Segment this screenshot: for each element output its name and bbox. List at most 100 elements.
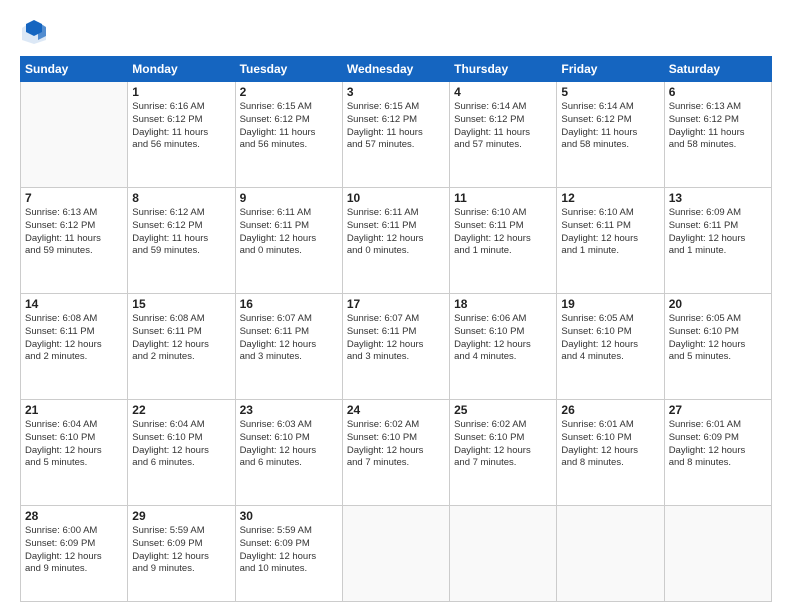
day-info: Sunrise: 6:15 AMSunset: 6:12 PMDaylight:… bbox=[240, 101, 338, 152]
sunrise-text: Sunrise: 6:06 AM bbox=[454, 313, 552, 326]
day-info: Sunrise: 6:15 AMSunset: 6:12 PMDaylight:… bbox=[347, 101, 445, 152]
daylight-text-cont: and 0 minutes. bbox=[240, 245, 338, 258]
calendar-cell: 20 Sunrise: 6:05 AMSunset: 6:10 PMDayligh… bbox=[664, 294, 771, 400]
day-info: Sunrise: 6:08 AMSunset: 6:11 PMDaylight:… bbox=[132, 313, 230, 364]
day-info: Sunrise: 6:05 AMSunset: 6:10 PMDaylight:… bbox=[561, 313, 659, 364]
calendar-cell: 28Sunrise: 6:00 AMSunset: 6:09 PMDayligh… bbox=[21, 506, 128, 602]
calendar-cell: 13Sunrise: 6:09 AMSunset: 6:11 PMDayligh… bbox=[664, 188, 771, 294]
sunset-text: Sunset: 6:09 PM bbox=[132, 538, 230, 551]
sunrise-text: Sunrise: 6:04 AM bbox=[25, 419, 123, 432]
logo-icon bbox=[20, 18, 48, 46]
sunset-text: Sunset: 6:12 PM bbox=[454, 114, 552, 127]
daylight-text-cont: and 7 minutes. bbox=[454, 457, 552, 470]
daylight-text: Daylight: 12 hours bbox=[240, 551, 338, 564]
daylight-text-cont: and 3 minutes. bbox=[240, 351, 338, 364]
day-number: 5 bbox=[561, 85, 659, 99]
daylight-text-cont: and 58 minutes. bbox=[669, 139, 767, 152]
calendar-cell: 4Sunrise: 6:14 AMSunset: 6:12 PMDaylight… bbox=[450, 82, 557, 188]
calendar-cell: 23Sunrise: 6:03 AMSunset: 6:10 PMDayligh… bbox=[235, 400, 342, 506]
daylight-text-cont: and 57 minutes. bbox=[454, 139, 552, 152]
calendar-cell bbox=[21, 82, 128, 188]
daylight-text-cont: and 2 minutes. bbox=[132, 351, 230, 364]
daylight-text: Daylight: 11 hours bbox=[454, 127, 552, 140]
calendar-cell: 16Sunrise: 6:07 AMSunset: 6:11 PMDayligh… bbox=[235, 294, 342, 400]
sunset-text: Sunset: 6:11 PM bbox=[454, 220, 552, 233]
daylight-text: Daylight: 12 hours bbox=[347, 233, 445, 246]
sunrise-text: Sunrise: 6:10 AM bbox=[454, 207, 552, 220]
daylight-text-cont: and 4 minutes. bbox=[561, 351, 659, 364]
day-info: Sunrise: 6:11 AMSunset: 6:11 PMDaylight:… bbox=[240, 207, 338, 258]
day-number: 19 bbox=[561, 297, 659, 311]
day-info: Sunrise: 6:02 AMSunset: 6:10 PMDaylight:… bbox=[454, 419, 552, 470]
day-info: Sunrise: 6:00 AMSunset: 6:09 PMDaylight:… bbox=[25, 525, 123, 576]
col-monday: Monday bbox=[128, 57, 235, 82]
sunset-text: Sunset: 6:11 PM bbox=[561, 220, 659, 233]
daylight-text-cont: and 8 minutes. bbox=[669, 457, 767, 470]
sunrise-text: Sunrise: 6:11 AM bbox=[347, 207, 445, 220]
calendar-cell: 21Sunrise: 6:04 AMSunset: 6:10 PMDayligh… bbox=[21, 400, 128, 506]
day-number: 20 bbox=[669, 297, 767, 311]
sunset-text: Sunset: 6:10 PM bbox=[347, 432, 445, 445]
col-tuesday: Tuesday bbox=[235, 57, 342, 82]
daylight-text: Daylight: 12 hours bbox=[132, 551, 230, 564]
daylight-text: Daylight: 12 hours bbox=[25, 339, 123, 352]
daylight-text-cont: and 10 minutes. bbox=[240, 563, 338, 576]
sunset-text: Sunset: 6:12 PM bbox=[669, 114, 767, 127]
sunset-text: Sunset: 6:10 PM bbox=[132, 432, 230, 445]
daylight-text-cont: and 58 minutes. bbox=[561, 139, 659, 152]
sunrise-text: Sunrise: 6:11 AM bbox=[240, 207, 338, 220]
col-thursday: Thursday bbox=[450, 57, 557, 82]
sunrise-text: Sunrise: 6:02 AM bbox=[454, 419, 552, 432]
daylight-text-cont: and 56 minutes. bbox=[132, 139, 230, 152]
daylight-text-cont: and 59 minutes. bbox=[132, 245, 230, 258]
sunrise-text: Sunrise: 6:13 AM bbox=[25, 207, 123, 220]
day-number: 10 bbox=[347, 191, 445, 205]
day-info: Sunrise: 6:10 AMSunset: 6:11 PMDaylight:… bbox=[561, 207, 659, 258]
daylight-text: Daylight: 12 hours bbox=[240, 339, 338, 352]
calendar-cell: 1Sunrise: 6:16 AMSunset: 6:12 PMDaylight… bbox=[128, 82, 235, 188]
sunset-text: Sunset: 6:12 PM bbox=[132, 114, 230, 127]
daylight-text: Daylight: 12 hours bbox=[240, 233, 338, 246]
daylight-text: Daylight: 12 hours bbox=[561, 339, 659, 352]
sunrise-text: Sunrise: 6:04 AM bbox=[132, 419, 230, 432]
day-number: 16 bbox=[240, 297, 338, 311]
day-info: Sunrise: 6:13 AMSunset: 6:12 PMDaylight:… bbox=[25, 207, 123, 258]
sunset-text: Sunset: 6:12 PM bbox=[240, 114, 338, 127]
day-number: 4 bbox=[454, 85, 552, 99]
sunrise-text: Sunrise: 6:09 AM bbox=[669, 207, 767, 220]
day-number: 14 bbox=[25, 297, 123, 311]
sunrise-text: Sunrise: 5:59 AM bbox=[240, 525, 338, 538]
sunset-text: Sunset: 6:10 PM bbox=[454, 432, 552, 445]
daylight-text: Daylight: 11 hours bbox=[347, 127, 445, 140]
sunset-text: Sunset: 6:10 PM bbox=[454, 326, 552, 339]
day-info: Sunrise: 6:11 AMSunset: 6:11 PMDaylight:… bbox=[347, 207, 445, 258]
calendar-cell: 6Sunrise: 6:13 AMSunset: 6:12 PMDaylight… bbox=[664, 82, 771, 188]
sunrise-text: Sunrise: 6:02 AM bbox=[347, 419, 445, 432]
daylight-text: Daylight: 12 hours bbox=[240, 445, 338, 458]
calendar-table: Sunday Monday Tuesday Wednesday Thursday… bbox=[20, 56, 772, 602]
daylight-text: Daylight: 11 hours bbox=[132, 233, 230, 246]
daylight-text-cont: and 9 minutes. bbox=[25, 563, 123, 576]
day-info: Sunrise: 6:04 AMSunset: 6:10 PMDaylight:… bbox=[132, 419, 230, 470]
daylight-text-cont: and 2 minutes. bbox=[25, 351, 123, 364]
day-number: 25 bbox=[454, 403, 552, 417]
calendar-cell: 7Sunrise: 6:13 AMSunset: 6:12 PMDaylight… bbox=[21, 188, 128, 294]
day-number: 6 bbox=[669, 85, 767, 99]
page: Sunday Monday Tuesday Wednesday Thursday… bbox=[0, 0, 792, 612]
day-number: 30 bbox=[240, 509, 338, 523]
daylight-text-cont: and 9 minutes. bbox=[132, 563, 230, 576]
sunset-text: Sunset: 6:10 PM bbox=[561, 432, 659, 445]
sunrise-text: Sunrise: 6:15 AM bbox=[240, 101, 338, 114]
daylight-text: Daylight: 11 hours bbox=[240, 127, 338, 140]
day-info: Sunrise: 6:05 AMSunset: 6:10 PMDaylight:… bbox=[669, 313, 767, 364]
daylight-text: Daylight: 12 hours bbox=[454, 339, 552, 352]
day-info: Sunrise: 6:02 AMSunset: 6:10 PMDaylight:… bbox=[347, 419, 445, 470]
sunset-text: Sunset: 6:11 PM bbox=[240, 220, 338, 233]
sunset-text: Sunset: 6:10 PM bbox=[240, 432, 338, 445]
daylight-text-cont: and 1 minute. bbox=[561, 245, 659, 258]
daylight-text: Daylight: 12 hours bbox=[669, 233, 767, 246]
daylight-text: Daylight: 12 hours bbox=[669, 339, 767, 352]
day-info: Sunrise: 5:59 AMSunset: 6:09 PMDaylight:… bbox=[240, 525, 338, 576]
sunset-text: Sunset: 6:11 PM bbox=[132, 326, 230, 339]
calendar-cell bbox=[557, 506, 664, 602]
